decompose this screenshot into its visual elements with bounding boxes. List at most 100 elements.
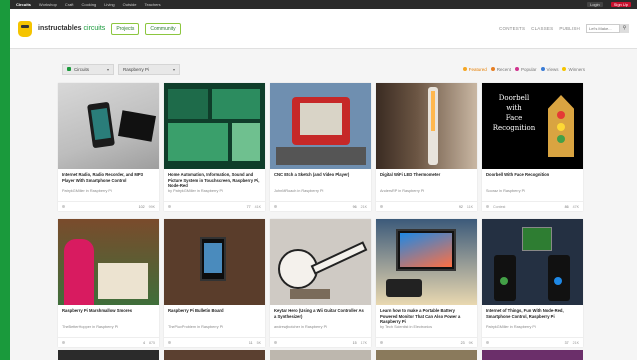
next-row-preview <box>58 350 584 360</box>
nav-circuits[interactable]: Circuits <box>16 2 31 7</box>
project-card[interactable]: Learn how to make a Portable Battery Pow… <box>376 219 477 347</box>
components-image <box>290 289 330 299</box>
project-title[interactable]: Doorbell With Face Recognition <box>482 169 583 189</box>
brand-main: instructables <box>38 25 82 32</box>
project-title[interactable]: CNC Etch a Sketch (and Video Player) <box>270 169 371 189</box>
publish-link[interactable]: PUBLISH <box>559 26 580 31</box>
caption-line: with <box>506 104 522 112</box>
project-title[interactable]: Digital WiFi LED Thermometer <box>376 169 477 189</box>
nav-cooking[interactable]: Cooking <box>82 2 97 7</box>
keyboard-image <box>386 279 422 297</box>
nav-outside[interactable]: Outside <box>123 2 137 7</box>
project-author[interactable]: JohnMRoach in Raspberry Pi <box>270 189 371 194</box>
sort-featured[interactable]: Featured <box>462 67 487 72</box>
chevron-down-icon: ▾ <box>172 66 175 72</box>
project-thumbnail[interactable] <box>376 219 477 305</box>
project-author[interactable]: AndersRP in Raspberry Pi <box>376 189 477 194</box>
views-count: 41K <box>254 204 261 209</box>
subcategory-select[interactable]: Raspberry Pi ▾ <box>118 63 180 75</box>
login-button[interactable]: Login <box>586 2 603 7</box>
featured-icon <box>380 205 383 208</box>
classes-link[interactable]: CLASSES <box>531 26 553 31</box>
project-card[interactable]: Internet Radio, Radio Recorder, and MP3 … <box>58 83 159 211</box>
project-card[interactable]: Doorbell with Face Recognition Doorbell … <box>482 83 583 211</box>
nav-living[interactable]: Living <box>104 2 114 7</box>
project-thumbnail[interactable] <box>164 219 265 305</box>
dashboard-panel-image <box>212 89 260 119</box>
project-title[interactable]: Home Automation, Information, Sound and … <box>164 169 265 189</box>
project-thumbnail[interactable] <box>270 219 371 305</box>
search-icon[interactable]: ⚲ <box>620 24 629 33</box>
project-author[interactable]: PatrykGMiller in Raspberry Pi <box>58 189 159 194</box>
project-stats: 15 17K <box>270 337 371 347</box>
project-thumbnail[interactable]: Doorbell with Face Recognition <box>482 83 583 169</box>
favorites-count: 37 <box>564 340 569 345</box>
project-thumbnail[interactable] <box>376 350 477 360</box>
project-card[interactable]: Home Automation, Information, Sound and … <box>164 83 265 211</box>
category-select[interactable]: Circuits ▾ <box>62 63 114 75</box>
project-thumbnail[interactable] <box>58 350 159 360</box>
sort-winners[interactable]: Winners <box>562 67 585 72</box>
project-thumbnail[interactable] <box>482 350 583 360</box>
sort-popular[interactable]: Popular <box>515 67 537 72</box>
featured-icon <box>168 341 171 344</box>
views-count: 5K <box>256 340 261 345</box>
caption-line: Recognition <box>492 124 536 132</box>
project-title[interactable]: Learn how to make a Portable Battery Pow… <box>376 305 477 325</box>
project-title[interactable]: Raspberry Pi Marshmallow Smores <box>58 305 159 325</box>
project-card[interactable]: CNC Etch a Sketch (and Video Player) Joh… <box>270 83 371 211</box>
project-thumbnail[interactable] <box>482 219 583 305</box>
robot-logo-icon[interactable] <box>18 20 32 37</box>
sort-recent[interactable]: Recent <box>490 67 511 72</box>
project-card[interactable]: Raspberry Pi Bulletin Board ThePiuvProbl… <box>164 219 265 347</box>
community-button[interactable]: Community <box>145 22 181 35</box>
project-thumbnail[interactable] <box>270 350 371 360</box>
project-card[interactable]: Keytar Hero (Using a Wii Guitar Controll… <box>270 219 371 347</box>
project-author[interactable]: PatrykGMiller in Raspberry Pi <box>482 325 583 330</box>
featured-icon <box>168 205 171 208</box>
signup-button[interactable]: Sign Up <box>610 2 631 7</box>
project-card[interactable]: Digital WiFi LED Thermometer AndersRP in… <box>376 83 477 211</box>
guitar-neck-image <box>310 241 368 275</box>
nav-workshop[interactable]: Workshop <box>39 2 57 7</box>
project-card[interactable]: Raspberry Pi Marshmallow Smores TheBette… <box>58 219 159 347</box>
project-thumbnail[interactable] <box>58 219 159 305</box>
views-count: 47K <box>572 204 579 209</box>
sort-views[interactable]: Views <box>540 67 558 72</box>
contests-link[interactable]: CONTESTS <box>499 26 525 31</box>
nav-craft[interactable]: Craft <box>65 2 74 7</box>
project-thumbnail[interactable] <box>376 83 477 169</box>
search-input[interactable] <box>586 24 620 33</box>
project-thumbnail[interactable] <box>164 83 265 169</box>
views-count: 99K <box>148 204 155 209</box>
project-author[interactable]: TheBetterHopper in Raspberry Pi <box>58 325 159 330</box>
yellow-light-image <box>557 123 565 131</box>
search-group: ⚲ <box>586 24 629 33</box>
green-light-image <box>557 135 565 143</box>
favorites-count: 102 <box>138 204 145 209</box>
favorites-count: 15 <box>352 340 357 345</box>
nav-teachers[interactable]: Teachers <box>144 2 160 7</box>
project-card[interactable]: Internet of Things, Fun With Node-Red, S… <box>482 219 583 347</box>
project-stats: 11 5K <box>164 337 265 347</box>
project-thumbnail[interactable] <box>270 83 371 169</box>
project-title[interactable]: Raspberry Pi Bulletin Board <box>164 305 265 325</box>
project-title[interactable]: Internet Radio, Radio Recorder, and MP3 … <box>58 169 159 189</box>
favorites-count: 92 <box>458 204 463 209</box>
project-author[interactable]: by Tech Scientist in Electronics <box>376 325 477 330</box>
project-title[interactable]: Internet of Things, Fun With Node-Red, S… <box>482 305 583 325</box>
project-author[interactable]: andrewjbotcher in Raspberry Pi <box>270 325 371 330</box>
project-author[interactable]: Sooraz in Raspberry Pi <box>482 189 583 194</box>
project-thumbnail[interactable] <box>58 83 159 169</box>
project-thumbnail[interactable] <box>164 350 265 360</box>
favorites-count: 86 <box>564 204 569 209</box>
brand-logo[interactable]: instructables circuits <box>38 25 105 32</box>
dashboard-panel-image <box>232 123 260 161</box>
projects-button[interactable]: Projects <box>111 22 140 35</box>
project-author[interactable]: ThePiuvProblem in Raspberry Pi <box>164 325 265 330</box>
dashboard-panel-image <box>168 89 208 119</box>
project-author[interactable]: by PatrykGMiller in Raspberry Pi <box>164 189 265 194</box>
project-stats: 4 875 <box>58 337 159 347</box>
project-title[interactable]: Keytar Hero (Using a Wii Guitar Controll… <box>270 305 371 325</box>
etch-a-sketch-screen-image <box>300 103 342 135</box>
